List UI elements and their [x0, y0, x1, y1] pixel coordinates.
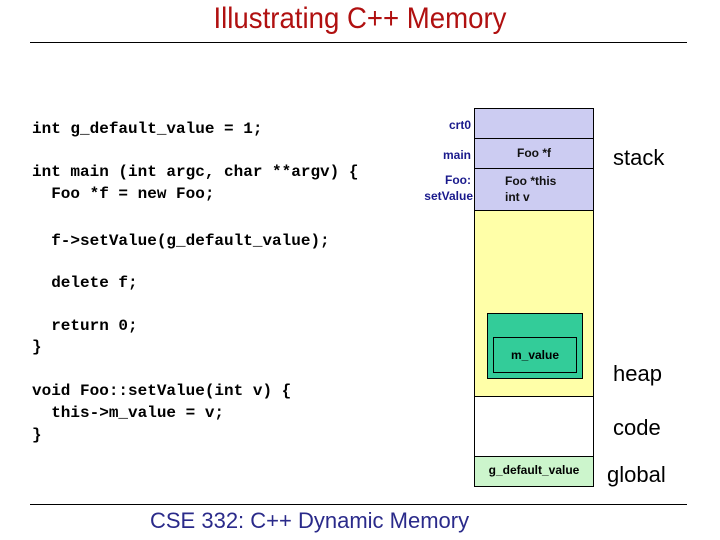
- code-line-setvalue-close: }: [32, 426, 42, 444]
- title-divider: [30, 42, 687, 43]
- slide-footer: CSE 332: C++ Dynamic Memory: [150, 508, 470, 533]
- slide-title: Illustrating C++ Memory: [213, 2, 507, 35]
- stack-var-this: Foo *this: [505, 174, 557, 188]
- code-line-new-foo: Foo *f = new Foo;: [32, 185, 215, 203]
- m-value-label: m_value: [510, 348, 560, 362]
- code-line-main-close: }: [32, 338, 42, 356]
- global-region: g_default_value: [475, 457, 593, 486]
- memory-diagram: Foo *f Foo *this int v m_value g_default…: [474, 108, 594, 487]
- code-line-set-value-call: f->setValue(g_default_value);: [32, 232, 330, 250]
- code-line-return: return 0;: [32, 317, 138, 335]
- heap-m-value-field: m_value: [493, 337, 577, 373]
- stack-frame-setvalue: Foo *this int v: [475, 169, 593, 211]
- frame-label-main: main: [442, 148, 471, 162]
- code-region: [475, 397, 593, 457]
- code-line-global-decl: int g_default_value = 1;: [32, 120, 263, 138]
- code-line-delete: delete f;: [32, 274, 138, 292]
- code-line-setvalue-signature: void Foo::setValue(int v) {: [32, 382, 292, 400]
- stack-var-v: int v: [505, 190, 530, 204]
- frame-label-setvalue-2: setValue: [424, 189, 473, 203]
- stack-frame-main: Foo *f: [475, 139, 593, 169]
- stack-frame-crt0: [475, 109, 593, 139]
- region-label-code: code: [613, 415, 661, 440]
- frame-label-crt0: crt0: [448, 118, 471, 132]
- code-line-assign-m-value: this->m_value = v;: [32, 404, 225, 422]
- heap-foo-object: m_value: [487, 313, 583, 379]
- frame-label-setvalue-1: Foo:: [445, 173, 471, 187]
- code-line-main-signature: int main (int argc, char **argv) {: [32, 163, 359, 181]
- global-var-label: g_default_value: [488, 463, 580, 477]
- footer-divider: [30, 504, 687, 505]
- region-label-heap: heap: [613, 361, 662, 386]
- region-label-global: global: [607, 462, 666, 487]
- region-label-stack: stack: [613, 145, 665, 170]
- stack-var-foo-f: Foo *f: [517, 146, 551, 160]
- heap-region: m_value: [475, 211, 593, 397]
